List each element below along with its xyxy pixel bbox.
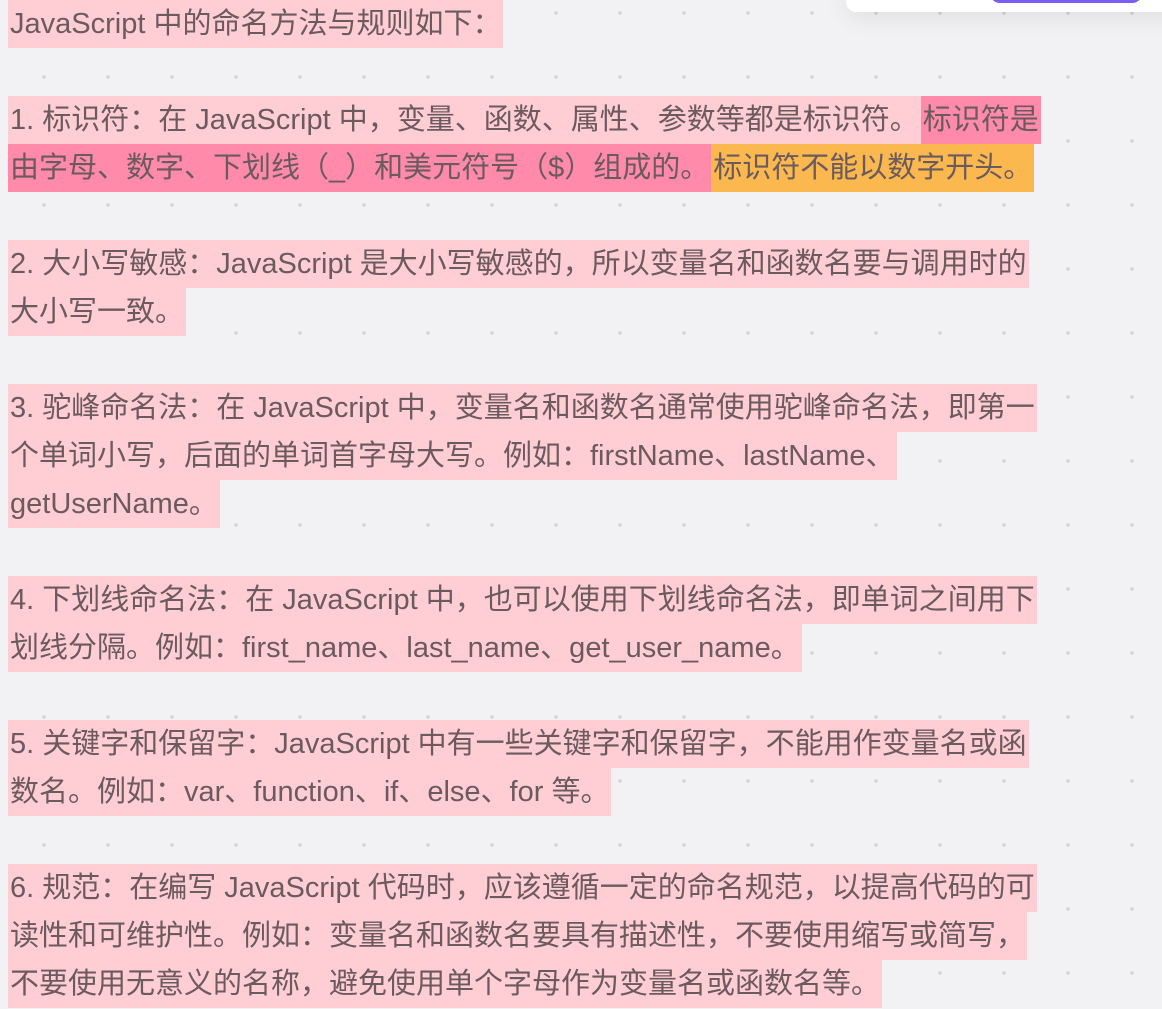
paragraph: JavaScript 中的命名方法与规则如下： xyxy=(8,0,1041,48)
text-line: getUserName。 xyxy=(8,480,1041,528)
text-line: 个单词小写，后面的单词首字母大写。例如：firstName、lastName、 xyxy=(8,432,1041,480)
highlighted-document: JavaScript 中的命名方法与规则如下： 1. 标识符：在 JavaScri… xyxy=(8,0,1041,1008)
text-line: 不要使用无意义的名称，避免使用单个字母作为变量名或函数名等。 xyxy=(8,960,1041,1008)
text-line: 读性和可维护性。例如：变量名和函数名要具有描述性，不要使用缩写或简写， xyxy=(8,912,1041,960)
paragraph: 2. 大小写敏感：JavaScript 是大小写敏感的，所以变量名和函数名要与调… xyxy=(8,240,1041,336)
highlight-light[interactable]: getUserName。 xyxy=(8,480,220,528)
text-line: 2. 大小写敏感：JavaScript 是大小写敏感的，所以变量名和函数名要与调… xyxy=(8,240,1041,288)
highlight-light[interactable]: 4. 下划线命名法：在 JavaScript 中，也可以使用下划线命名法，即单词… xyxy=(8,576,1037,624)
highlight-light[interactable]: 数名。例如：var、function、if、else、for 等。 xyxy=(8,768,612,816)
paragraph: 3. 驼峰命名法：在 JavaScript 中，变量名和函数名通常使用驼峰命名法… xyxy=(8,384,1041,528)
text-line: 1. 标识符：在 JavaScript 中，变量、函数、属性、参数等都是标识符。… xyxy=(8,96,1041,144)
highlight-light[interactable]: 读性和可维护性。例如：变量名和函数名要具有描述性，不要使用缩写或简写， xyxy=(8,912,1028,960)
text-line: 5. 关键字和保留字：JavaScript 中有一些关键字和保留字，不能用作变量… xyxy=(8,720,1041,768)
text-line: 3. 驼峰命名法：在 JavaScript 中，变量名和函数名通常使用驼峰命名法… xyxy=(8,384,1041,432)
text-line: 大小写一致。 xyxy=(8,288,1041,336)
text-line: 数名。例如：var、function、if、else、for 等。 xyxy=(8,768,1041,816)
text-line: 由字母、数字、下划线（_）和美元符号（$）组成的。 标识符不能以数字开头。 xyxy=(8,144,1041,192)
highlight-light[interactable]: 6. 规范：在编写 JavaScript 代码时，应该遵循一定的命名规范，以提高… xyxy=(8,864,1037,912)
highlight-light[interactable]: 不要使用无意义的名称，避免使用单个字母作为变量名或函数名等。 xyxy=(8,960,883,1008)
highlight-light[interactable]: 1. 标识符：在 JavaScript 中，变量、函数、属性、参数等都是标识符。 xyxy=(8,96,921,144)
highlight-light[interactable]: 5. 关键字和保留字：JavaScript 中有一些关键字和保留字，不能用作变量… xyxy=(8,720,1029,768)
paragraph: 4. 下划线命名法：在 JavaScript 中，也可以使用下划线命名法，即单词… xyxy=(8,576,1041,672)
highlight-pink[interactable]: 标识符是 xyxy=(920,96,1041,144)
paragraph: 5. 关键字和保留字：JavaScript 中有一些关键字和保留字，不能用作变量… xyxy=(8,720,1041,816)
highlight-light[interactable]: 3. 驼峰命名法：在 JavaScript 中，变量名和函数名通常使用驼峰命名法… xyxy=(8,384,1037,432)
highlight-orange[interactable]: 标识符不能以数字开头。 xyxy=(711,144,1035,192)
text-line: 划线分隔。例如：first_name、last_name、get_user_na… xyxy=(8,624,1041,672)
highlight-pink[interactable]: 由字母、数字、下划线（_）和美元符号（$）组成的。 xyxy=(8,144,712,192)
highlight-light[interactable]: 个单词小写，后面的单词首字母大写。例如：firstName、lastName、 xyxy=(8,432,897,480)
highlight-light[interactable]: JavaScript 中的命名方法与规则如下： xyxy=(8,0,504,48)
paragraph: 6. 规范：在编写 JavaScript 代码时，应该遵循一定的命名规范，以提高… xyxy=(8,864,1041,1008)
text-line: 6. 规范：在编写 JavaScript 代码时，应该遵循一定的命名规范，以提高… xyxy=(8,864,1041,912)
highlight-light[interactable]: 2. 大小写敏感：JavaScript 是大小写敏感的，所以变量名和函数名要与调… xyxy=(8,240,1029,288)
text-line: 4. 下划线命名法：在 JavaScript 中，也可以使用下划线命名法，即单词… xyxy=(8,576,1041,624)
paragraph: 1. 标识符：在 JavaScript 中，变量、函数、属性、参数等都是标识符。… xyxy=(8,96,1041,192)
highlight-light[interactable]: 大小写一致。 xyxy=(8,288,187,336)
highlight-light[interactable]: 划线分隔。例如：first_name、last_name、get_user_na… xyxy=(8,624,802,672)
text-line: JavaScript 中的命名方法与规则如下： xyxy=(8,0,1041,48)
